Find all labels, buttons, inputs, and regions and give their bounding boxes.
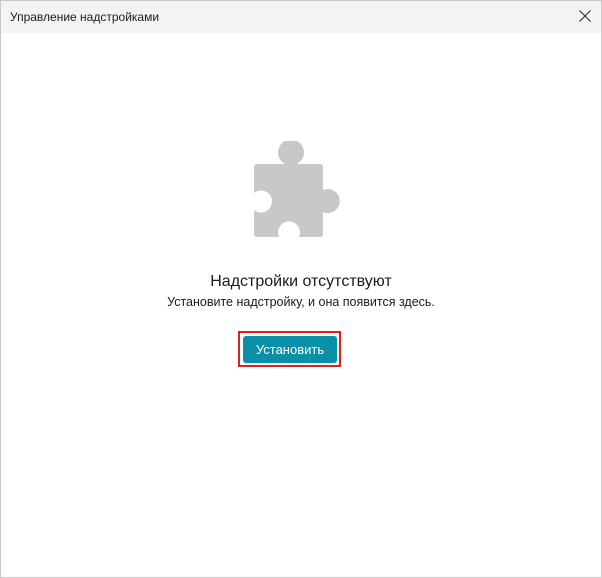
empty-state-heading: Надстройки отсутствуют: [210, 273, 392, 290]
title-bar: Управление надстройками: [1, 1, 601, 33]
close-icon: [579, 10, 591, 22]
install-button[interactable]: Установить: [243, 336, 337, 363]
window-title: Управление надстройками: [10, 10, 160, 24]
puzzle-piece-icon: [254, 141, 340, 237]
addins-dialog: Управление надстройками Надстройки отсут…: [0, 0, 602, 578]
close-button[interactable]: [569, 1, 601, 33]
empty-state-message: Установите надстройку, и она появится зд…: [167, 295, 435, 309]
